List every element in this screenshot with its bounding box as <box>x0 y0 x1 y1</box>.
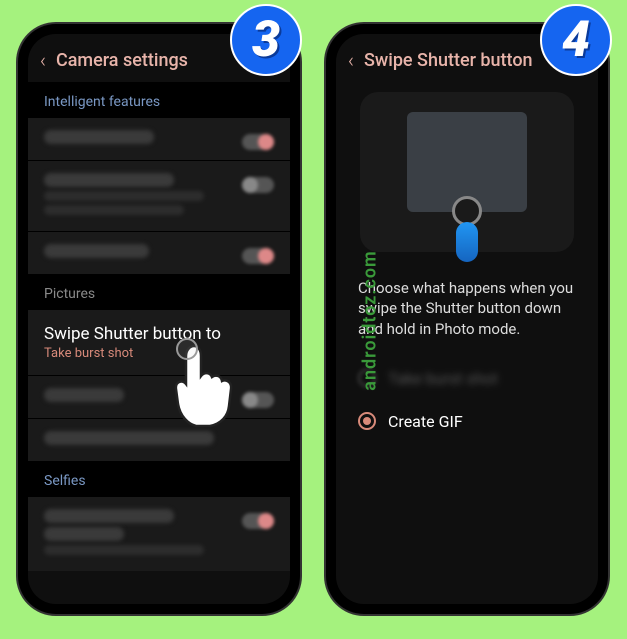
step-badge-3: 3 <box>230 4 302 76</box>
watermark: androidtoz.com <box>360 250 381 390</box>
page-title: Camera settings <box>56 50 188 71</box>
row-advanced-picture[interactable] <box>28 419 290 461</box>
back-icon[interactable]: ‹ <box>348 48 354 72</box>
blurred-label <box>44 130 154 144</box>
blurred-label <box>44 173 174 187</box>
section-pictures: Pictures <box>28 274 290 310</box>
swipe-shutter-subtitle: Take burst shot <box>44 346 274 361</box>
option-create-gif[interactable]: Create GIF <box>336 400 598 443</box>
blurred-subtext <box>44 205 184 215</box>
toggle-icon[interactable] <box>242 134 274 150</box>
toggle-icon[interactable] <box>242 392 274 408</box>
swipe-illustration <box>360 92 574 252</box>
page-title: Swipe Shutter button <box>364 50 533 71</box>
blurred-label <box>44 244 149 258</box>
section-intelligent: Intelligent features <box>28 82 290 118</box>
blurred-label <box>44 509 174 523</box>
row-shot-suggestions[interactable] <box>28 161 290 231</box>
row-swipe-shutter[interactable]: Swipe Shutter button to Take burst shot <box>28 310 290 375</box>
illus-viewport <box>407 112 527 212</box>
swipe-down-icon <box>456 222 478 262</box>
section-selfies: Selfies <box>28 461 290 497</box>
radio-selected-icon <box>358 412 376 430</box>
option-label: Take burst shot <box>388 369 498 388</box>
screen-left: ‹ Camera settings Intelligent features P… <box>28 34 290 604</box>
blurred-subtext <box>44 191 204 201</box>
option-label: Create GIF <box>388 412 463 431</box>
blurred-subtext <box>44 545 204 555</box>
blurred-label <box>44 431 214 445</box>
toggle-icon[interactable] <box>242 177 274 193</box>
row-save-selfies[interactable] <box>28 497 290 571</box>
row-scene-optimiser[interactable] <box>28 118 290 160</box>
toggle-icon[interactable] <box>242 513 274 529</box>
row-scan-qr[interactable] <box>28 232 290 274</box>
phone-frame-left: ‹ Camera settings Intelligent features P… <box>18 24 300 614</box>
blurred-label <box>44 388 124 402</box>
swipe-shutter-title: Swipe Shutter button to <box>44 324 274 344</box>
back-icon[interactable]: ‹ <box>40 48 46 72</box>
blurred-label <box>44 527 124 541</box>
toggle-icon[interactable] <box>242 248 274 264</box>
row-watermark[interactable] <box>28 376 290 418</box>
step-badge-4: 4 <box>540 4 612 76</box>
